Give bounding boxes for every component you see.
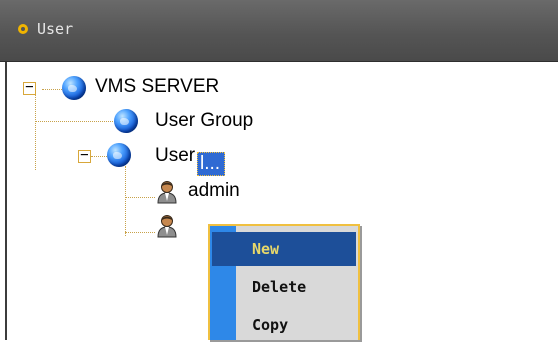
circle-icon <box>18 24 28 34</box>
menu-item-copy[interactable]: Copy <box>210 308 358 342</box>
menu-item-new[interactable]: New <box>212 232 356 266</box>
tree-node-user-group[interactable]: User Group <box>155 110 253 132</box>
user-icon <box>157 215 177 238</box>
tree-node-admin[interactable]: admin <box>188 180 240 202</box>
globe-icon <box>114 109 138 133</box>
menu-item-delete[interactable]: Delete <box>210 270 358 304</box>
tree-connector <box>35 121 115 122</box>
panel-header: User <box>0 0 558 62</box>
user-icon <box>157 181 177 204</box>
tree-connector <box>91 156 107 157</box>
panel-title: User <box>37 20 74 38</box>
tree-connector <box>125 197 155 198</box>
collapse-toggle-user[interactable]: − <box>78 148 91 163</box>
tree-node-user[interactable]: User <box>155 145 195 167</box>
tree-connector <box>35 90 36 170</box>
tree-connector <box>42 89 62 90</box>
tree-connector <box>125 232 155 233</box>
tree-node-selected-user[interactable]: l... <box>197 152 225 176</box>
tree-node-vms-server[interactable]: VMS SERVER <box>95 76 219 98</box>
globe-icon <box>107 143 131 167</box>
globe-icon <box>62 76 86 100</box>
tree-connector <box>125 166 126 236</box>
context-menu: New Delete Copy <box>208 224 360 340</box>
collapse-toggle-root[interactable]: − <box>23 80 36 95</box>
